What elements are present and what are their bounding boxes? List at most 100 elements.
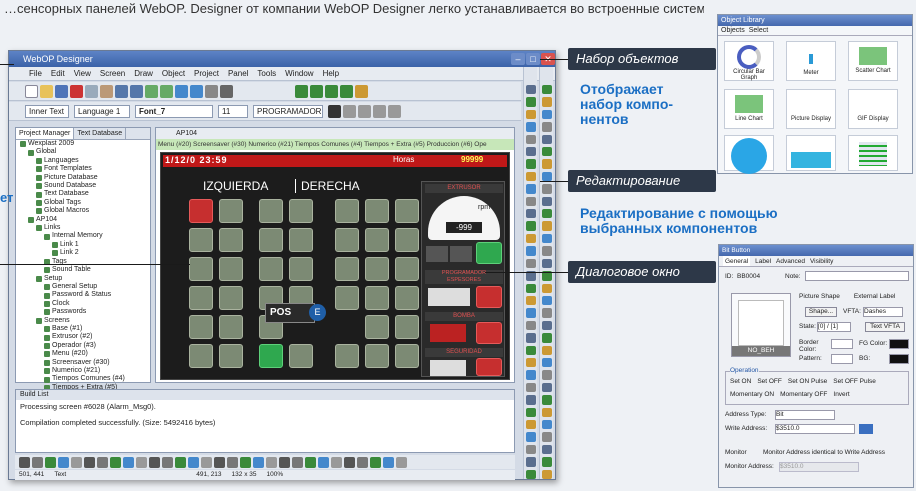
font-combo[interactable]: Font_7	[135, 104, 213, 118]
hmi-control-button[interactable]	[395, 228, 419, 252]
tab-visibility[interactable]: Visibility	[810, 256, 833, 266]
screen-new-icon[interactable]	[160, 84, 173, 98]
hmi-control-button[interactable]	[219, 228, 243, 252]
draw-tool-icon[interactable]	[318, 456, 329, 468]
tree-item[interactable]: Password & Status	[16, 291, 150, 299]
tree-item[interactable]: Operador (#3)	[16, 342, 150, 350]
object-tool-icon[interactable]	[525, 159, 536, 169]
object-tool-icon[interactable]	[541, 134, 552, 145]
op-set-on-pulse-radio[interactable]: Set ON Pulse	[788, 378, 827, 385]
hmi-control-button[interactable]	[259, 344, 283, 368]
align-center-icon[interactable]	[358, 104, 371, 118]
tree-item[interactable]: Sound Table	[16, 266, 150, 274]
bomba-power-button[interactable]	[476, 322, 502, 344]
hmi-control-button[interactable]	[395, 257, 419, 281]
draw-tool-icon[interactable]	[305, 456, 316, 468]
text-combo[interactable]: Inner Text	[25, 104, 69, 118]
tree-item[interactable]: Global Macros	[16, 207, 150, 215]
draw-tool-icon[interactable]	[45, 456, 56, 468]
object-tool-icon[interactable]	[525, 357, 536, 368]
draw-tool-icon[interactable]	[149, 456, 160, 468]
object-tool-icon[interactable]	[525, 122, 536, 132]
menu-draw[interactable]: Draw	[134, 67, 153, 80]
object-tool-icon[interactable]	[525, 308, 536, 318]
hmi-control-button[interactable]	[219, 199, 243, 223]
tree-item[interactable]: Font Templates	[16, 165, 150, 173]
program-combo[interactable]: PROGRAMADOR E1	[253, 104, 323, 118]
object-tool-icon[interactable]	[525, 184, 536, 194]
object-meter[interactable]: Meter	[786, 41, 836, 81]
tree-item[interactable]: Global Tags	[16, 199, 150, 207]
object-tool-icon[interactable]	[525, 432, 536, 442]
draw-tool-icon[interactable]	[240, 456, 251, 468]
object-tool-icon[interactable]	[541, 308, 552, 318]
object-tool-icon[interactable]	[541, 444, 552, 455]
shape-button[interactable]: Shape...	[805, 307, 837, 317]
simulate-icon[interactable]	[310, 84, 323, 98]
object-tool-icon[interactable]	[525, 333, 536, 343]
tree-item[interactable]: Base (#1)	[16, 325, 150, 333]
hmi-control-button[interactable]	[189, 344, 213, 368]
op-invert-radio[interactable]: Invert	[833, 391, 849, 398]
object-tool-icon[interactable]	[525, 419, 536, 430]
object-tool-icon[interactable]	[541, 196, 552, 207]
address-browse-icon[interactable]	[859, 424, 873, 434]
object-tool-icon[interactable]	[525, 246, 536, 256]
draw-tool-icon[interactable]	[175, 456, 186, 468]
menu-tools[interactable]: Tools	[257, 67, 276, 80]
tree-item[interactable]: Screens	[16, 317, 150, 325]
draw-tool-icon[interactable]	[162, 456, 173, 468]
draw-tool-icon[interactable]	[279, 456, 290, 468]
object-tool-icon[interactable]	[541, 320, 552, 331]
object-tool-icon[interactable]	[541, 233, 552, 244]
address-type-select[interactable]: Bit	[775, 410, 835, 420]
object-tool-icon[interactable]	[541, 457, 552, 467]
tree-item[interactable]: Wexplast 2009	[16, 140, 150, 148]
object-tool-icon[interactable]	[525, 209, 536, 219]
draw-tool-icon[interactable]	[292, 456, 303, 468]
menu-file[interactable]: File	[29, 67, 42, 80]
menu-window[interactable]: Window	[285, 67, 313, 80]
hmi-control-button[interactable]	[189, 228, 213, 252]
draw-tool-icon[interactable]	[19, 456, 30, 468]
object-tool-icon[interactable]	[525, 370, 536, 380]
object-tool-icon[interactable]	[541, 159, 552, 169]
align-right-icon[interactable]	[373, 104, 386, 118]
object-tool-icon[interactable]	[525, 233, 536, 244]
size-combo[interactable]: 11	[218, 104, 248, 118]
open-icon[interactable]	[40, 84, 53, 98]
hmi-control-button[interactable]	[335, 344, 359, 368]
fg-color-picker[interactable]	[889, 339, 909, 349]
tree-item[interactable]: Languages	[16, 157, 150, 165]
draw-tool-icon[interactable]	[357, 456, 368, 468]
compile-icon[interactable]	[295, 84, 308, 98]
object-tool-icon[interactable]	[525, 283, 536, 293]
object-tool-icon[interactable]	[525, 221, 536, 231]
object-tool-icon[interactable]	[541, 147, 552, 157]
object-tool-icon[interactable]	[541, 419, 552, 430]
hmi-control-button[interactable]	[365, 315, 389, 339]
extrusor-start-button[interactable]	[476, 242, 502, 264]
tree-item[interactable]: Global	[16, 148, 150, 156]
hmi-control-button[interactable]	[289, 344, 313, 368]
object-tool-icon[interactable]	[525, 109, 536, 120]
hmi-control-button[interactable]	[365, 286, 389, 310]
hmi-control-button[interactable]	[335, 199, 359, 223]
draw-tool-icon[interactable]	[188, 456, 199, 468]
menu-panel[interactable]: Panel	[228, 67, 248, 80]
hmi-control-button[interactable]	[259, 257, 283, 281]
object-tool-icon[interactable]	[541, 345, 552, 355]
vfta-select[interactable]: Dashes	[863, 307, 903, 317]
draw-tool-icon[interactable]	[97, 456, 108, 468]
maximize-button[interactable]: □	[526, 53, 540, 65]
object-tool-icon[interactable]	[525, 196, 536, 207]
draw-tool-icon[interactable]	[214, 456, 225, 468]
draw-tool-icon[interactable]	[370, 456, 381, 468]
new-icon[interactable]	[25, 84, 38, 98]
object-tool-icon[interactable]	[525, 147, 536, 157]
tree-item[interactable]: Menu (#20)	[16, 350, 150, 358]
op-set-off-pulse-radio[interactable]: Set OFF Pulse	[833, 378, 876, 385]
down-arrow-icon[interactable]	[426, 246, 448, 262]
object-tool-icon[interactable]	[525, 295, 536, 306]
menu-view[interactable]: View	[74, 67, 91, 80]
